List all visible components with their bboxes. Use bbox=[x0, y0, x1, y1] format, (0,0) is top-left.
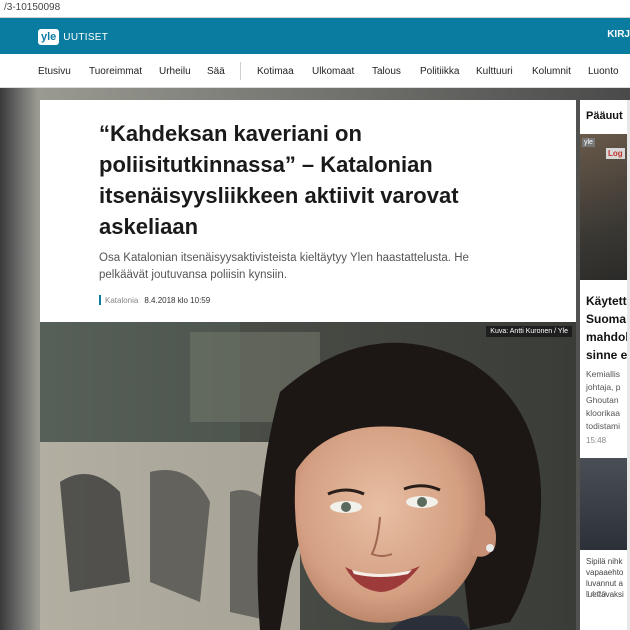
nav-item-kolumnit[interactable]: Kolumnit bbox=[532, 66, 571, 77]
nav-divider bbox=[240, 62, 241, 80]
sidebar-image-sign: Log bbox=[606, 148, 625, 159]
nav-item-etusivu[interactable]: Etusivu bbox=[38, 66, 71, 77]
nav-item-saa[interactable]: Sää bbox=[207, 66, 225, 77]
nav-item-luonto[interactable]: Luonto bbox=[588, 66, 619, 77]
article-card: “Kahdeksan kaveriani on poliisitutkinnas… bbox=[40, 100, 576, 630]
article-photo: Kuva: Antti Kuronen / Yle bbox=[40, 322, 576, 630]
photo-credit: Kuva: Antti Kuronen / Yle bbox=[486, 326, 572, 337]
sidebar-story-summary: Kemiallis johtaja, p Ghoutan kloorikaa t… bbox=[586, 369, 621, 431]
sidebar-story-time: 15:48 bbox=[586, 436, 607, 445]
article-date: 8.4.2018 klo 10:59 bbox=[144, 295, 211, 305]
article-headline: “Kahdeksan kaveriani on poliisitutkinnas… bbox=[99, 121, 459, 239]
logo-text: UUTISET bbox=[63, 31, 109, 43]
header-right-link[interactable]: KIRJ bbox=[607, 29, 630, 40]
main-nav: Etusivu Tuoreimmat Urheilu Sää Kotimaa U… bbox=[0, 54, 630, 88]
sidebar-image-tag: yle bbox=[582, 138, 595, 147]
nav-item-kulttuuri[interactable]: Kulttuuri bbox=[476, 66, 513, 77]
nav-item-talous[interactable]: Talous bbox=[372, 66, 401, 77]
sidebar-story-headline[interactable]: Käytett Suoma mahdol sinne e bbox=[586, 292, 630, 364]
nav-item-politiikka[interactable]: Politiikka bbox=[420, 66, 459, 77]
category-marker bbox=[99, 295, 101, 305]
sidebar-story2-image[interactable] bbox=[580, 458, 630, 550]
sidebar-title: Pääuut bbox=[586, 110, 623, 122]
nav-item-urheilu[interactable]: Urheilu bbox=[159, 66, 191, 77]
sidebar-top-news: Pääuut yle Log Käytett Suoma mahdol sinn… bbox=[580, 100, 630, 630]
portrait-illustration bbox=[40, 322, 576, 630]
nav-item-ulkomaat[interactable]: Ulkomaat bbox=[312, 66, 354, 77]
sidebar-story-image[interactable]: yle Log bbox=[580, 134, 630, 280]
article-lead: Osa Katalonian itsenäisyysaktivisteista … bbox=[99, 252, 469, 281]
address-bar[interactable]: /3-10150098 bbox=[0, 0, 630, 18]
sidebar-story2-time: 14:20 bbox=[586, 590, 607, 599]
yle-logo[interactable]: yle UUTISET bbox=[38, 27, 108, 47]
nav-item-kotimaa[interactable]: Kotimaa bbox=[257, 66, 294, 77]
article-category[interactable]: Katalonia bbox=[105, 296, 138, 305]
article-meta: Katalonia 8.4.2018 klo 10:59 bbox=[99, 294, 210, 306]
logo-badge: yle bbox=[38, 29, 60, 45]
nav-item-tuoreimmat[interactable]: Tuoreimmat bbox=[89, 66, 142, 77]
